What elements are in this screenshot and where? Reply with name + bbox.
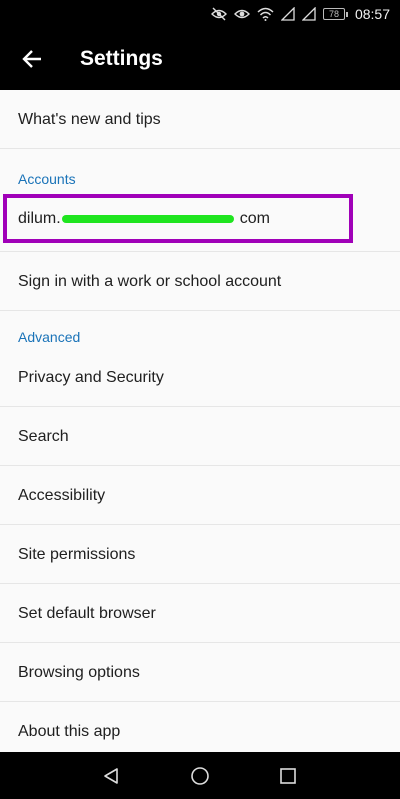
clock: 08:57: [354, 6, 390, 22]
signal-icon: [280, 7, 295, 21]
status-bar: 78 08:57: [0, 0, 400, 28]
search-item[interactable]: Search: [0, 407, 400, 466]
nav-recents-button[interactable]: [258, 752, 318, 799]
circle-home-icon: [191, 766, 209, 785]
wifi-icon: [257, 7, 274, 21]
eye-off-icon: [210, 7, 227, 21]
advanced-header: Advanced: [18, 329, 81, 345]
default-browser-label: Set default browser: [18, 605, 156, 622]
accessibility-label: Accessibility: [18, 487, 106, 504]
battery-level: 78: [322, 8, 345, 20]
nav-home-button[interactable]: [170, 752, 230, 799]
settings-list: What's new and tips Accounts dilum. com S…: [0, 90, 400, 752]
eye-icon: [233, 9, 250, 19]
accounts-header: Accounts: [18, 171, 76, 187]
back-arrow-icon: [22, 50, 41, 68]
browsing-options-label: Browsing options: [18, 664, 140, 681]
battery-icon: 78: [322, 8, 348, 20]
privacy-item[interactable]: Privacy and Security: [0, 348, 400, 407]
sign-in-work-label: Sign in with a work or school account: [18, 273, 282, 290]
about-item[interactable]: About this app: [0, 702, 400, 752]
square-recents-icon: [280, 767, 296, 784]
site-permissions-item[interactable]: Site permissions: [0, 525, 400, 584]
nav-back-button[interactable]: [81, 752, 141, 799]
privacy-label: Privacy and Security: [18, 369, 164, 386]
whats-new-label: What's new and tips: [18, 111, 161, 128]
navigation-bar: [0, 752, 400, 799]
signal-icon: [301, 7, 316, 21]
back-button[interactable]: [12, 39, 52, 79]
site-permissions-label: Site permissions: [18, 546, 136, 563]
default-browser-item[interactable]: Set default browser: [0, 584, 400, 643]
whats-new-item[interactable]: What's new and tips: [0, 90, 400, 149]
status-icons: 78 08:57: [210, 0, 390, 28]
highlight-box: [3, 194, 353, 243]
browsing-options-item[interactable]: Browsing options: [0, 643, 400, 702]
sign-in-work-item[interactable]: Sign in with a work or school account: [0, 252, 400, 311]
about-label: About this app: [18, 723, 121, 740]
page-title: Settings: [80, 47, 163, 70]
app-bar: Settings: [0, 28, 400, 90]
accessibility-item[interactable]: Accessibility: [0, 466, 400, 525]
triangle-back-icon: [104, 767, 118, 784]
search-label: Search: [18, 428, 69, 445]
